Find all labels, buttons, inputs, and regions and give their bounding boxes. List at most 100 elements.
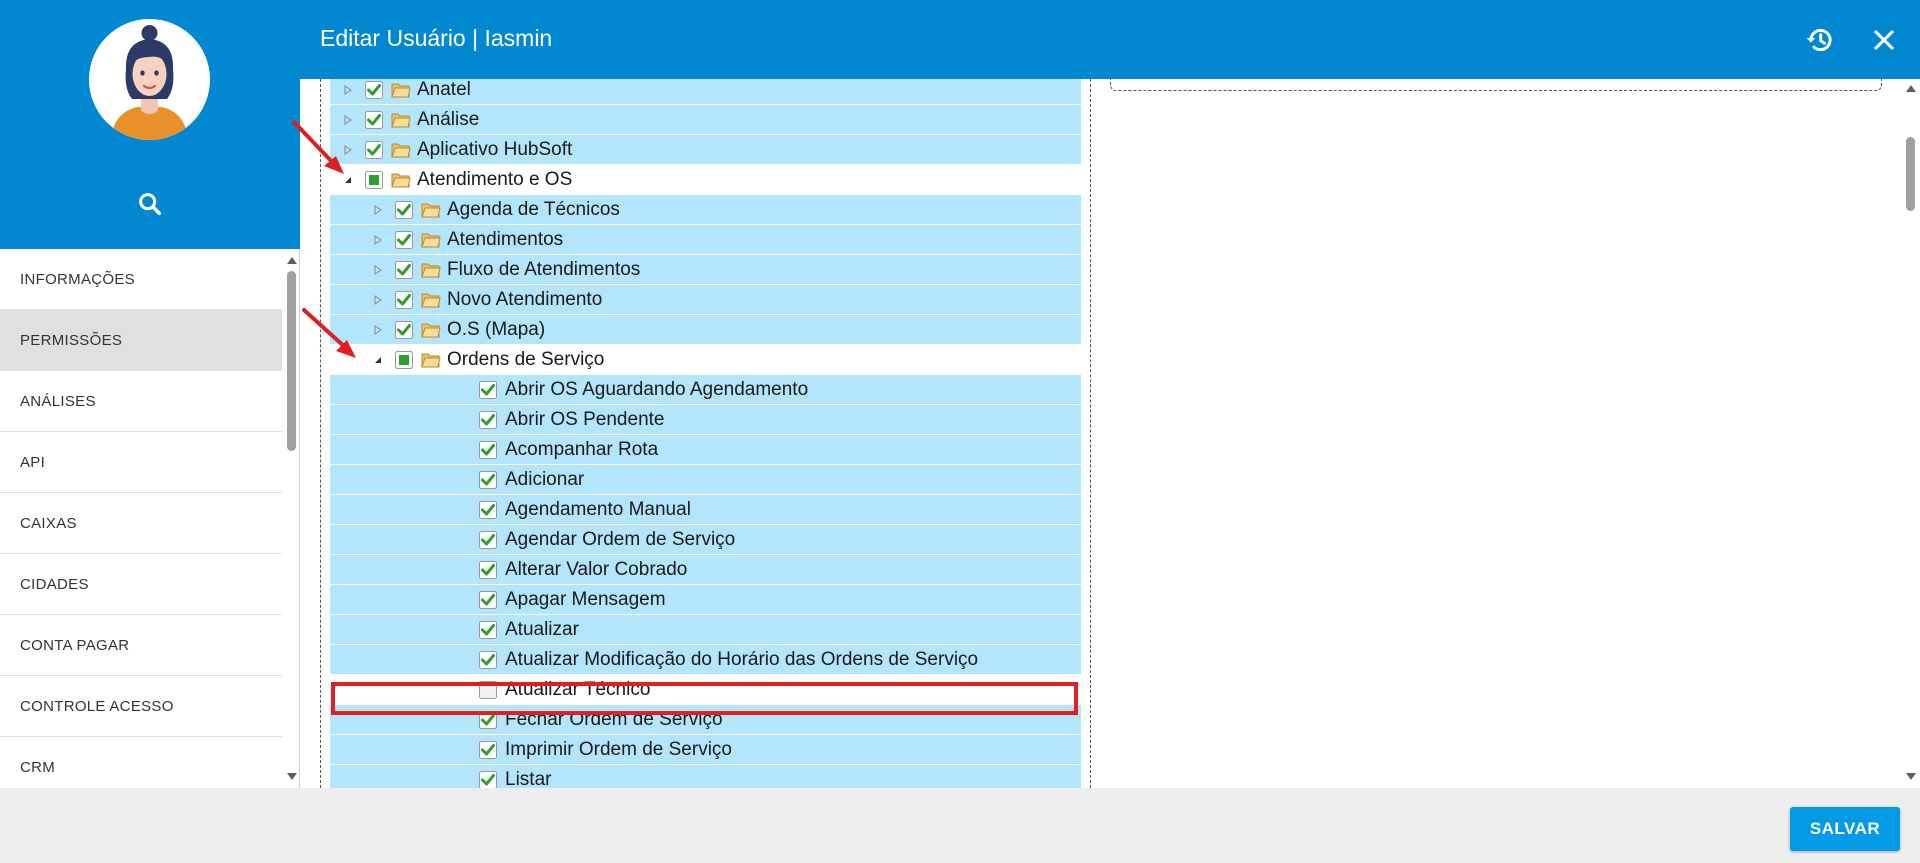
scroll-up-arrow-icon[interactable] xyxy=(287,257,297,264)
scroll-up-arrow-icon[interactable] xyxy=(1906,85,1916,92)
collapsed-triangle-icon[interactable] xyxy=(343,84,353,95)
tree-node[interactable]: O.S (Mapa) xyxy=(330,315,1081,344)
tree-node[interactable]: Fluxo de Atendimentos xyxy=(330,255,1081,284)
tree-node-label: Atualizar xyxy=(505,618,579,640)
tree-node[interactable]: Acompanhar Rota xyxy=(330,435,1081,464)
user-avatar-illustration xyxy=(89,19,210,140)
checkbox-checked-icon[interactable] xyxy=(479,380,497,399)
sidebar-item[interactable]: CRM xyxy=(0,737,282,788)
content-scroll-thumb[interactable] xyxy=(1906,137,1915,211)
tree-node[interactable]: Listar xyxy=(330,765,1081,788)
checkbox-checked-icon[interactable] xyxy=(479,650,497,669)
tree-node-label: Análise xyxy=(417,108,480,130)
tree-node-label: Imprimir Ordem de Serviço xyxy=(505,738,732,760)
tree-node-label: Atualizar Modificação do Horário das Ord… xyxy=(505,648,979,670)
checkbox-checked-icon[interactable] xyxy=(479,740,497,759)
sidebar-scroll-thumb[interactable] xyxy=(287,271,296,451)
collapsed-triangle-icon[interactable] xyxy=(373,234,383,245)
content-scrollbar[interactable] xyxy=(1901,79,1920,788)
collapsed-triangle-icon[interactable] xyxy=(373,324,383,335)
history-icon[interactable] xyxy=(1804,24,1836,56)
tree-node[interactable]: Atualizar xyxy=(330,615,1081,644)
search-icon[interactable] xyxy=(136,190,164,218)
collapsed-triangle-icon[interactable] xyxy=(373,204,383,215)
sidebar-item[interactable]: CONTROLE ACESSO xyxy=(0,676,282,737)
sidebar-item[interactable]: CAIXAS xyxy=(0,493,282,554)
checkbox-partial-icon[interactable] xyxy=(365,170,383,189)
tree-node[interactable]: Atendimentos xyxy=(330,225,1081,254)
tree-node[interactable]: Atendimento e OS xyxy=(330,165,1081,194)
checkbox-checked-icon[interactable] xyxy=(395,290,413,309)
checkbox-checked-icon[interactable] xyxy=(395,230,413,249)
tree-node-label: Agenda de Técnicos xyxy=(447,198,620,220)
sidebar-item[interactable]: CONTA PAGAR xyxy=(0,615,282,676)
sidebar-item[interactable]: API xyxy=(0,432,282,493)
tree-node[interactable]: Ordens de Serviço xyxy=(330,345,1081,374)
tree-node[interactable]: Alterar Valor Cobrado xyxy=(330,555,1081,584)
checkbox-checked-icon[interactable] xyxy=(479,410,497,429)
tree-node-label: O.S (Mapa) xyxy=(447,318,546,340)
checkbox-checked-icon[interactable] xyxy=(395,260,413,279)
tree-node[interactable]: Atualizar Modificação do Horário das Ord… xyxy=(330,645,1081,674)
tree-node[interactable]: Agenda de Técnicos xyxy=(330,195,1081,224)
tree-node-label: Aplicativo HubSoft xyxy=(417,138,573,160)
checkbox-checked-icon[interactable] xyxy=(479,440,497,459)
tree-node[interactable]: Imprimir Ordem de Serviço xyxy=(330,735,1081,764)
checkbox-checked-icon[interactable] xyxy=(365,110,383,129)
tree-node-label: Abrir OS Aguardando Agendamento xyxy=(505,378,809,400)
tree-node-label: Anatel xyxy=(417,79,471,100)
checkbox-checked-icon[interactable] xyxy=(479,620,497,639)
checkbox-checked-icon[interactable] xyxy=(395,320,413,339)
tree-node-label: Agendamento Manual xyxy=(505,498,691,520)
folder-icon xyxy=(421,321,441,339)
folder-icon xyxy=(421,351,441,369)
tree-node[interactable]: Aplicativo HubSoft xyxy=(330,135,1081,164)
tree-node[interactable]: Apagar Mensagem xyxy=(330,585,1081,614)
tree-node-label: Apagar Mensagem xyxy=(505,588,666,610)
sidebar-item[interactable]: INFORMAÇÕES xyxy=(0,249,282,310)
folder-icon xyxy=(421,261,441,279)
checkbox-checked-icon[interactable] xyxy=(395,200,413,219)
folder-icon xyxy=(421,291,441,309)
collapsed-triangle-icon[interactable] xyxy=(373,294,383,305)
tree-node-label: Novo Atendimento xyxy=(447,288,603,310)
tree-node[interactable]: Agendar Ordem de Serviço xyxy=(330,525,1081,554)
expanded-triangle-icon[interactable] xyxy=(373,355,383,365)
checkbox-checked-icon[interactable] xyxy=(479,770,497,788)
sidebar-scrollbar[interactable] xyxy=(283,249,300,788)
close-icon[interactable] xyxy=(1870,26,1898,54)
folder-icon xyxy=(391,111,411,129)
tree-node[interactable]: Novo Atendimento xyxy=(330,285,1081,314)
sidebar-item[interactable]: ANÁLISES xyxy=(0,371,282,432)
app-window: INFORMAÇÕES PERMISSÕES ANÁLISES API CAIXAS CI… xyxy=(0,0,1920,863)
details-panel xyxy=(1110,79,1882,91)
sidebar-item[interactable]: CIDADES xyxy=(0,554,282,615)
tree-node-label: Abrir OS Pendente xyxy=(505,408,665,430)
scroll-down-arrow-icon[interactable] xyxy=(1906,773,1916,780)
sidebar: INFORMAÇÕES PERMISSÕES ANÁLISES API CAIXAS CI… xyxy=(0,0,300,788)
checkbox-checked-icon[interactable] xyxy=(479,500,497,519)
tree-node[interactable]: Abrir OS Pendente xyxy=(330,405,1081,434)
tree-node-label: Acompanhar Rota xyxy=(505,438,659,460)
tree-node[interactable]: Anatel xyxy=(330,79,1081,104)
folder-icon xyxy=(421,231,441,249)
checkbox-partial-icon[interactable] xyxy=(395,350,413,369)
tree-node-label: Alterar Valor Cobrado xyxy=(505,558,688,580)
tree-node-label: Fluxo de Atendimentos xyxy=(447,258,641,280)
tree-node[interactable]: Análise xyxy=(330,105,1081,134)
checkbox-checked-icon[interactable] xyxy=(479,470,497,489)
checkbox-checked-icon[interactable] xyxy=(479,530,497,549)
scroll-down-arrow-icon[interactable] xyxy=(287,773,297,780)
checkbox-checked-icon[interactable] xyxy=(479,590,497,609)
sidebar-item[interactable]: PERMISSÕES xyxy=(0,310,282,371)
user-avatar[interactable] xyxy=(89,19,210,140)
tree-node[interactable]: Adicionar xyxy=(330,465,1081,494)
checkbox-checked-icon[interactable] xyxy=(365,140,383,159)
save-button[interactable]: SALVAR xyxy=(1790,807,1900,851)
checkbox-checked-icon[interactable] xyxy=(365,80,383,99)
tree-node[interactable]: Agendamento Manual xyxy=(330,495,1081,524)
collapsed-triangle-icon[interactable] xyxy=(373,264,383,275)
checkbox-checked-icon[interactable] xyxy=(479,560,497,579)
header-bar: Editar Usuário | Iasmin xyxy=(300,0,1920,79)
tree-node[interactable]: Abrir OS Aguardando Agendamento xyxy=(330,375,1081,404)
